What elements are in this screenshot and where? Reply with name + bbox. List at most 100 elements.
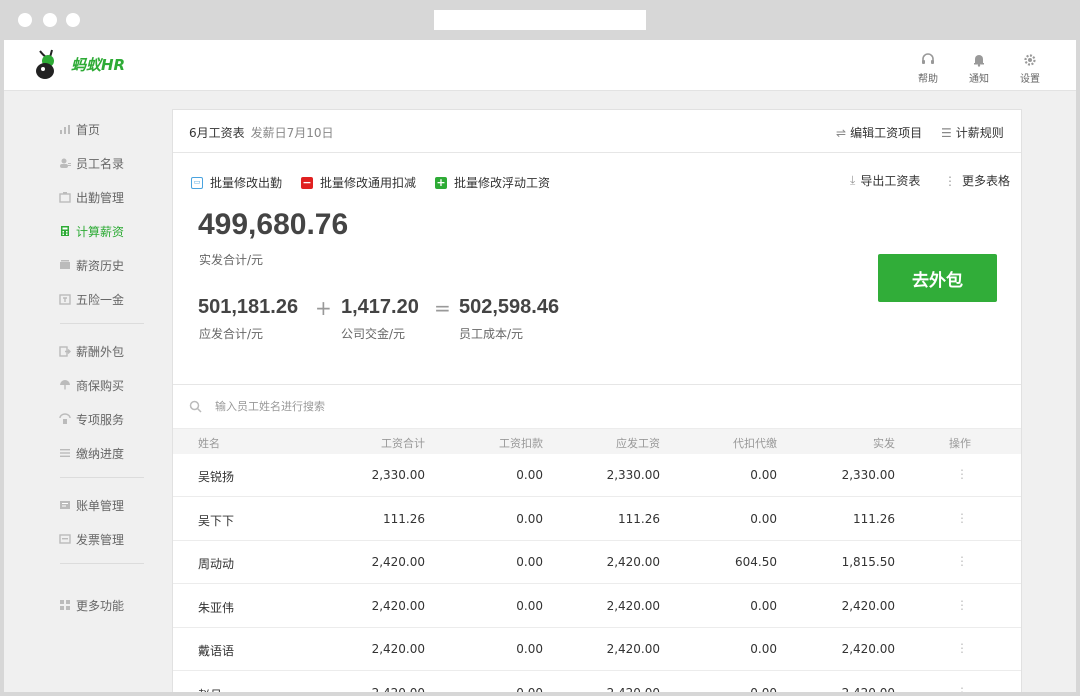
download-icon: ⤓ [850, 173, 856, 187]
cell-name[interactable]: 吴下下 [198, 512, 234, 529]
row-more-icon[interactable]: ⋮ [956, 598, 968, 612]
cell-payable: 2,330.00 [606, 468, 660, 482]
table-row[interactable]: 吴下下 111.26 0.00 111.26 0.00 111.26 ⋮ [173, 498, 1021, 541]
batch-deduction-label: 批量修改通用扣减 [320, 176, 417, 190]
row-more-icon[interactable]: ⋮ [956, 685, 968, 693]
table-row[interactable]: 周动动 2,420.00 0.00 2,420.00 604.50 1,815.50 ⋮ [173, 541, 1021, 584]
payday-subtitle: 发薪日7月10日 [250, 126, 334, 140]
table-row[interactable]: 戴语语 2,420.00 0.00 2,420.00 0.00 2,420.00 ⋮ [173, 628, 1021, 671]
batch-float-label: 批量修改浮动工资 [454, 176, 551, 190]
sidebar-item-outsourcing[interactable]: 薪酬外包 [59, 342, 124, 360]
window-minimize-dot[interactable] [43, 13, 57, 27]
batch-float-button[interactable]: + 批量修改浮动工资 [435, 174, 550, 191]
cell-net: 2,420.00 [813, 686, 895, 693]
cell-total: 2,420.00 [371, 642, 425, 656]
table-row[interactable]: 吴锐扬 2,330.00 0.00 2,330.00 0.00 2,330.00 ⋮ [173, 454, 1021, 497]
help-label: 帮助 [918, 74, 938, 85]
col-header-payable[interactable]: 应发工资 [578, 435, 660, 451]
sidebar-item-label: 更多功能 [76, 598, 125, 613]
cell-total: 2,420.00 [343, 686, 425, 693]
help-button[interactable]: 帮助 [908, 52, 948, 85]
cell-net: 2,420.00 [841, 642, 895, 656]
section-divider [173, 384, 1021, 385]
cell-payable: 111.26 [618, 511, 660, 526]
export-payroll-label: 导出工资表 [860, 174, 921, 188]
sidebar-item-history[interactable]: 薪资历史 [59, 256, 124, 274]
cell-name[interactable]: 赵月 [198, 686, 222, 693]
sidebar-item-invoices[interactable]: 发票管理 [59, 530, 124, 548]
sidebar-item-label: 员工名录 [76, 156, 125, 171]
sidebar-item-commercial-insurance[interactable]: 商保购买 [59, 376, 124, 394]
search-icon [189, 400, 202, 413]
col-header-total[interactable]: 工资合计 [343, 435, 425, 451]
app-logo[interactable]: 蚂蚁HR [32, 46, 125, 82]
sidebar-item-more[interactable]: 更多功能 [59, 596, 124, 614]
sidebar-item-label: 专项服务 [76, 412, 125, 427]
sidebar-item-employees[interactable]: 员工名录 [59, 154, 124, 172]
col-header-net[interactable]: 实发 [813, 435, 895, 451]
employee-cost-caption: 员工成本/元 [459, 327, 524, 341]
cell-withholding: 0.00 [750, 468, 777, 482]
search-input[interactable]: 输入员工姓名进行搜索 [215, 398, 325, 414]
col-header-withholding[interactable]: 代扣代缴 [695, 435, 777, 451]
cell-net: 111.26 [853, 511, 895, 526]
window-maximize-dot[interactable] [66, 13, 80, 27]
table-header: 姓名 工资合计 工资扣款 应发工资 代扣代缴 实发 操作 [173, 428, 1021, 454]
col-header-deduction[interactable]: 工资扣款 [461, 435, 543, 451]
sidebar-item-insurance[interactable]: 五险一金 [59, 290, 124, 308]
cell-name[interactable]: 戴语语 [198, 642, 234, 659]
export-payroll-button[interactable]: ⤓ 导出工资表 [850, 172, 920, 189]
address-bar[interactable] [434, 10, 646, 30]
edit-salary-items-label: 编辑工资项目 [850, 126, 923, 140]
window-close-dot[interactable] [18, 13, 32, 27]
minus-icon: − [301, 176, 313, 189]
ant-logo-icon [36, 49, 54, 79]
row-more-icon[interactable]: ⋮ [956, 554, 968, 568]
sliders-icon: ⇌ [836, 125, 847, 140]
batch-attendance-button[interactable]: ▭ 批量修改出勤 [191, 174, 282, 191]
export-icon [59, 345, 71, 357]
more-tables-button[interactable]: ⋮ 更多表格 [944, 172, 1010, 189]
shield-icon [59, 293, 71, 305]
pay-rules-link[interactable]: ☰ 计薪规则 [941, 124, 1004, 141]
table-row[interactable]: 赵月 2,420.00 0.00 2,420.00 0.00 2,420.00 ⋮ [173, 672, 1021, 693]
col-header-name[interactable]: 姓名 [198, 435, 220, 451]
employee-search[interactable]: 输入员工姓名进行搜索 [189, 398, 325, 414]
outsource-button[interactable]: 去外包 [878, 254, 997, 302]
settings-button[interactable]: 设置 [1010, 52, 1050, 85]
service-icon [59, 413, 71, 425]
row-more-icon[interactable]: ⋮ [956, 467, 968, 481]
settings-label: 设置 [1020, 74, 1040, 85]
sidebar-item-attendance[interactable]: 出勤管理 [59, 188, 124, 206]
cell-name[interactable]: 朱亚伟 [198, 599, 234, 616]
cell-deduction: 0.00 [461, 686, 543, 693]
row-more-icon[interactable]: ⋮ [956, 641, 968, 655]
row-more-icon[interactable]: ⋮ [956, 511, 968, 525]
plus-icon: + [435, 176, 447, 189]
cell-total: 2,420.00 [371, 555, 425, 569]
headset-icon [922, 53, 934, 64]
cell-name[interactable]: 吴锐扬 [198, 468, 234, 485]
sidebar-item-payroll[interactable]: 计算薪资 [59, 222, 124, 240]
cell-name[interactable]: 周动动 [198, 555, 234, 572]
sidebar-item-payment-progress[interactable]: 缴纳进度 [59, 444, 124, 462]
sidebar-item-bills[interactable]: 账单管理 [59, 496, 124, 514]
notify-button[interactable]: 通知 [959, 52, 999, 85]
sidebar: 首页 员工名录 出勤管理 计算薪资 薪资历史 五险一金 薪酬外包 商保购买 专项… [4, 91, 172, 692]
notify-label: 通知 [969, 74, 989, 85]
sidebar-item-home[interactable]: 首页 [59, 120, 100, 138]
calculator-icon [59, 225, 71, 237]
bill-icon [59, 499, 71, 511]
cell-payable: 2,420.00 [606, 598, 660, 613]
bell-icon [974, 55, 984, 67]
batch-deduction-button[interactable]: − 批量修改通用扣减 [301, 174, 416, 191]
sidebar-item-label: 商保购买 [76, 378, 125, 393]
payable-total-caption: 应发合计/元 [199, 327, 264, 341]
people-icon [59, 157, 71, 169]
sidebar-item-special-services[interactable]: 专项服务 [59, 410, 124, 428]
cell-deduction: 0.00 [516, 511, 543, 526]
edit-salary-items-link[interactable]: ⇌ 编辑工资项目 [836, 124, 922, 141]
table-row[interactable]: 朱亚伟 2,420.00 0.00 2,420.00 0.00 2,420.00 ⋮ [173, 585, 1021, 628]
window-titlebar [0, 0, 1080, 40]
cell-deduction: 0.00 [516, 642, 543, 656]
